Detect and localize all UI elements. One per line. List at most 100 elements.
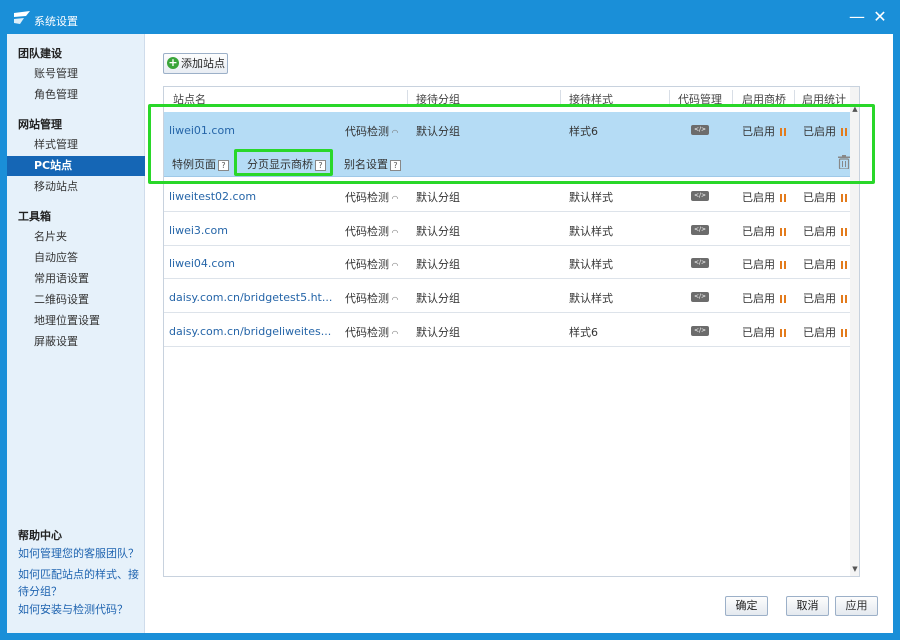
style-value: 默认样式 <box>569 258 613 271</box>
group-value: 默认分组 <box>416 191 460 204</box>
add-site-button[interactable]: + 添加站点 <box>163 53 228 74</box>
column-divider[interactable] <box>560 90 561 104</box>
stats-status-label: 已启用 <box>803 225 836 238</box>
site-name[interactable]: liwei3.com <box>169 224 228 237</box>
bridge-status[interactable]: 已启用 <box>742 256 786 272</box>
stats-status-label: 已启用 <box>803 191 836 204</box>
settings-window: 系统设置 — ✕ 团队建设 账号管理 角色管理 网站管理 样式管理 PC站点 移… <box>0 0 900 640</box>
sidebar-group-site: 网站管理 <box>18 118 62 131</box>
code-check-link[interactable]: 代码检测 ◠ <box>345 256 399 272</box>
bridge-status-label: 已启用 <box>742 326 775 339</box>
pause-icon <box>841 261 847 269</box>
pause-icon <box>780 261 786 269</box>
stats-status-label: 已启用 <box>803 258 836 271</box>
bridge-status[interactable]: 已启用 <box>742 290 786 306</box>
bridge-status[interactable]: 已启用 <box>742 324 786 340</box>
help-link-install[interactable]: 如何安装与检测代码？ <box>18 601 142 618</box>
style-value: 默认样式 <box>569 292 613 305</box>
pause-icon <box>841 194 847 202</box>
pause-icon <box>841 295 847 303</box>
bridge-status[interactable]: 已启用 <box>742 223 786 239</box>
code-manage-button[interactable]: </> <box>691 225 709 235</box>
column-divider[interactable] <box>669 90 670 104</box>
site-name[interactable]: liwei04.com <box>169 257 235 270</box>
help-link-team[interactable]: 如何管理您的客服团队？ <box>18 545 142 562</box>
site-name[interactable]: liweitest02.com <box>169 190 256 203</box>
ok-button[interactable]: 确定 <box>725 596 768 616</box>
table-row[interactable]: liwei04.com 代码检测 ◠ 默认分组 默认样式 </> 已启用 已启用 <box>164 245 850 279</box>
stats-status[interactable]: 已启用 <box>803 256 847 272</box>
help-center-title: 帮助中心 <box>18 529 62 542</box>
code-manage-button[interactable]: </> <box>691 326 709 336</box>
gauge-icon: ◠ <box>389 194 399 203</box>
add-site-label: 添加站点 <box>181 57 225 70</box>
site-name[interactable]: daisy.com.cn/bridgeliweites... <box>169 325 331 338</box>
group-value: 默认分组 <box>416 326 460 339</box>
pause-icon <box>780 295 786 303</box>
code-check-label: 代码检测 <box>345 225 389 238</box>
stats-status-label: 已启用 <box>803 326 836 339</box>
highlight-page-bridge <box>234 149 333 176</box>
bridge-status-label: 已启用 <box>742 191 775 204</box>
code-check-link[interactable]: 代码检测 ◠ <box>345 324 399 340</box>
sidebar-group-team: 团队建设 <box>18 47 62 60</box>
column-divider[interactable] <box>794 90 795 104</box>
column-divider[interactable] <box>407 90 408 104</box>
sidebar-item-styles[interactable]: 样式管理 <box>7 135 145 155</box>
code-check-link[interactable]: 代码检测 ◠ <box>345 290 399 306</box>
code-manage-button[interactable]: </> <box>691 191 709 201</box>
sidebar-item-qrcode[interactable]: 二维码设置 <box>7 290 145 310</box>
stats-status[interactable]: 已启用 <box>803 290 847 306</box>
stats-status-label: 已启用 <box>803 292 836 305</box>
sidebar-item-auto-reply[interactable]: 自动应答 <box>7 248 145 268</box>
stats-status[interactable]: 已启用 <box>803 324 847 340</box>
code-check-label: 代码检测 <box>345 191 389 204</box>
sidebar-group-toolbox: 工具箱 <box>18 210 51 223</box>
table-row[interactable]: daisy.com.cn/bridgeliweites... 代码检测 ◠ 默认… <box>164 313 850 347</box>
group-value: 默认分组 <box>416 258 460 271</box>
column-divider[interactable] <box>732 90 733 104</box>
sidebar-item-phrases[interactable]: 常用语设置 <box>7 269 145 289</box>
sidebar-item-mobile-sites[interactable]: 移动站点 <box>7 177 145 197</box>
group-value: 默认分组 <box>416 225 460 238</box>
sidebar-item-accounts[interactable]: 账号管理 <box>7 64 145 84</box>
close-icon[interactable]: ✕ <box>871 8 889 26</box>
code-manage-button[interactable]: </> <box>691 292 709 302</box>
sidebar-item-location[interactable]: 地理位置设置 <box>7 311 145 331</box>
stats-status[interactable]: 已启用 <box>803 189 847 205</box>
cancel-button[interactable]: 取消 <box>786 596 829 616</box>
scroll-down-icon[interactable]: ▼ <box>850 565 859 575</box>
table-row[interactable]: liwei3.com 代码检测 ◠ 默认分组 默认样式 </> 已启用 已启用 <box>164 212 850 246</box>
style-value: 样式6 <box>569 326 598 339</box>
gauge-icon: ◠ <box>389 261 399 270</box>
sidebar-item-cards[interactable]: 名片夹 <box>7 227 145 247</box>
code-check-link[interactable]: 代码检测 ◠ <box>345 189 399 205</box>
pause-icon <box>841 228 847 236</box>
stats-status[interactable]: 已启用 <box>803 223 847 239</box>
code-check-label: 代码检测 <box>345 292 389 305</box>
gauge-icon: ◠ <box>389 295 399 304</box>
sidebar-item-pc-sites[interactable]: PC站点 <box>7 156 145 176</box>
pause-icon <box>780 228 786 236</box>
site-name[interactable]: daisy.com.cn/bridgetest5.ht... <box>169 291 332 304</box>
pause-icon <box>841 329 847 337</box>
apply-button[interactable]: 应用 <box>835 596 878 616</box>
style-value: 默认样式 <box>569 191 613 204</box>
sidebar: 团队建设 账号管理 角色管理 网站管理 样式管理 PC站点 移动站点 工具箱 名… <box>7 34 145 633</box>
bridge-status[interactable]: 已启用 <box>742 189 786 205</box>
code-check-label: 代码检测 <box>345 326 389 339</box>
code-manage-button[interactable]: </> <box>691 258 709 268</box>
table-header: 站点名 接待分组 接待样式 代码管理 启用商桥 启用统计 <box>164 87 859 106</box>
title-bar[interactable]: 系统设置 — ✕ <box>0 0 900 34</box>
bridge-status-label: 已启用 <box>742 225 775 238</box>
app-logo-icon <box>14 11 30 24</box>
bridge-status-label: 已启用 <box>742 292 775 305</box>
code-check-label: 代码检测 <box>345 258 389 271</box>
code-check-link[interactable]: 代码检测 ◠ <box>345 223 399 239</box>
minimize-icon[interactable]: — <box>848 8 866 26</box>
table-row[interactable]: daisy.com.cn/bridgetest5.ht... 代码检测 ◠ 默认… <box>164 279 850 313</box>
sidebar-item-roles[interactable]: 角色管理 <box>7 85 145 105</box>
window-title: 系统设置 <box>34 15 78 28</box>
help-link-match[interactable]: 如何匹配站点的样式、接待分组？ <box>18 566 142 600</box>
sidebar-item-block[interactable]: 屏蔽设置 <box>7 332 145 352</box>
